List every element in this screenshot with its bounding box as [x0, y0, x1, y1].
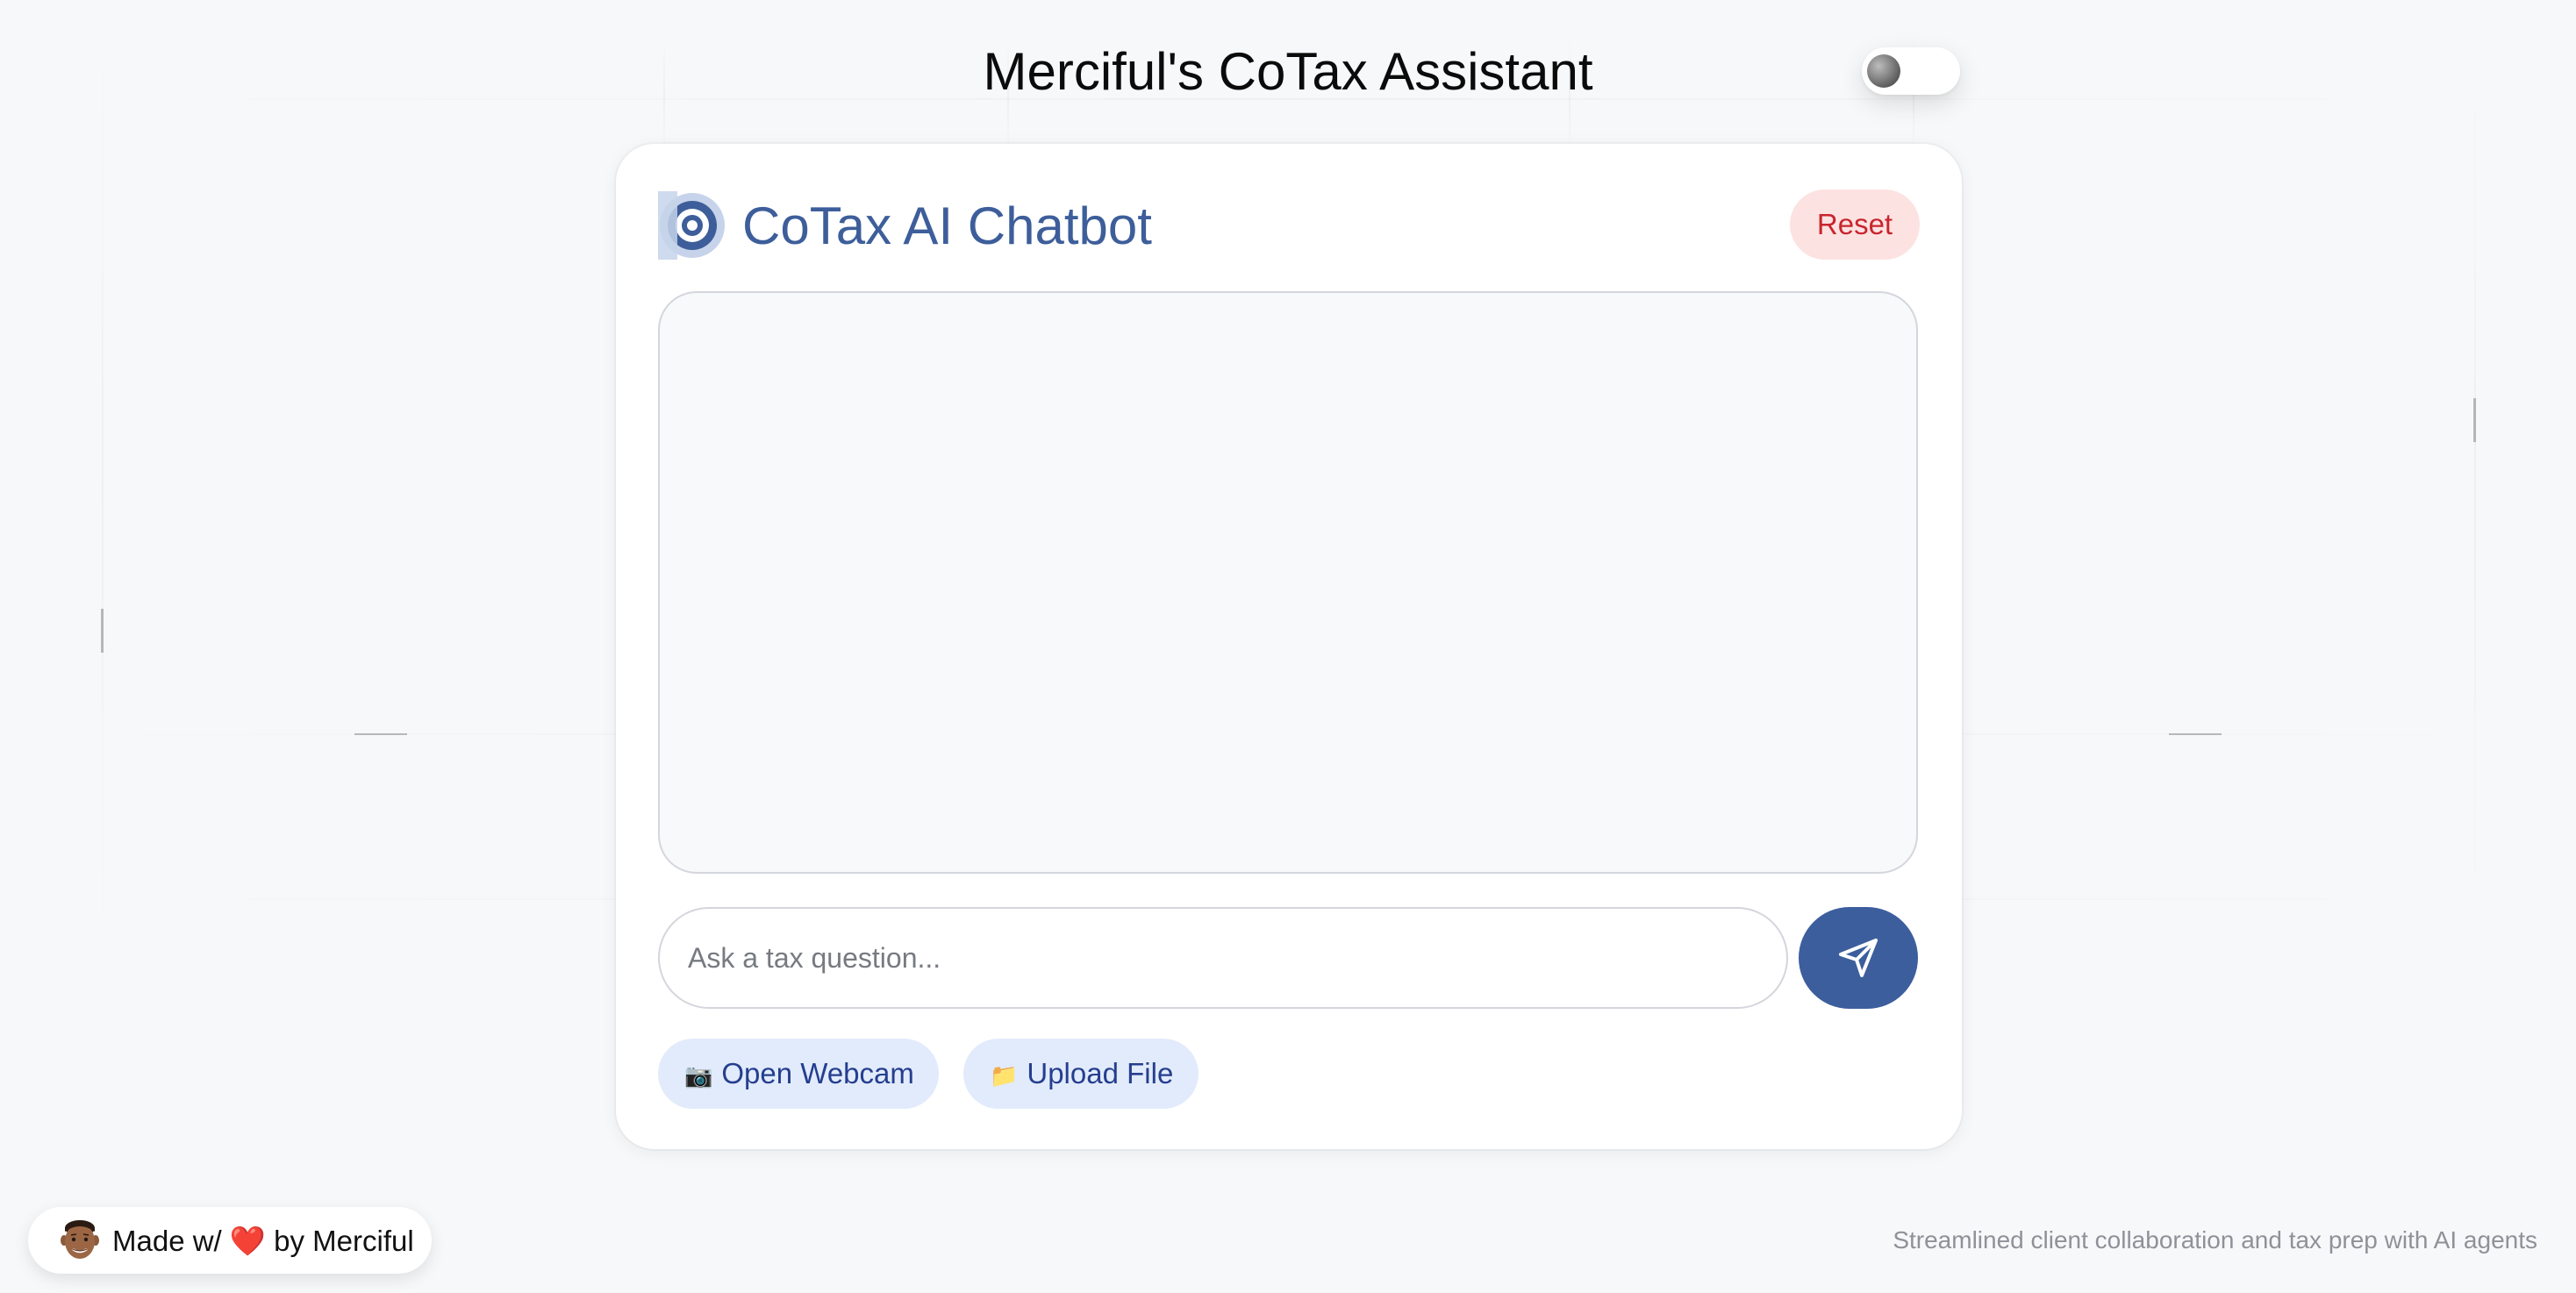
chatbot-title: CoTax AI Chatbot — [742, 196, 1152, 255]
footer-tagline: Streamlined client collaboration and tax… — [1893, 1226, 2537, 1254]
send-button[interactable] — [1799, 907, 1918, 1009]
open-webcam-button[interactable]: 📷 Open Webcam — [658, 1039, 939, 1109]
page-title: Merciful's CoTax Assistant — [983, 42, 1593, 101]
avatar — [61, 1220, 99, 1259]
made-by-suffix: by Merciful — [274, 1225, 414, 1257]
chatbot-header: CoTax AI Chatbot Reset — [658, 189, 1920, 265]
chat-input-row — [658, 907, 1918, 1009]
paper-plane-icon — [1839, 939, 1878, 977]
made-by-text: Made w/ ❤️ by Merciful — [112, 1225, 414, 1258]
upload-file-button[interactable]: 📁 Upload File — [963, 1039, 1199, 1109]
theme-toggle[interactable] — [1862, 47, 1960, 95]
made-by-badge[interactable]: Made w/ ❤️ by Merciful — [28, 1207, 432, 1274]
chatbot-card: CoTax AI Chatbot Reset 📷 Open Webcam 📁 Upl… — [616, 144, 1962, 1149]
chat-messages-area[interactable] — [658, 291, 1918, 874]
page: Merciful's CoTax Assistant CoTax AI Chat… — [0, 0, 2576, 1293]
camera-icon: 📷 — [684, 1063, 713, 1089]
cotax-logo-icon — [658, 191, 725, 260]
upload-file-label: Upload File — [1027, 1057, 1174, 1089]
toggle-knob — [1867, 54, 1900, 88]
chat-input[interactable] — [658, 907, 1788, 1009]
folder-icon: 📁 — [990, 1063, 1019, 1089]
made-by-prefix: Made w/ — [112, 1225, 222, 1257]
reset-button[interactable]: Reset — [1790, 189, 1920, 260]
heart-icon: ❤️ — [229, 1224, 266, 1258]
open-webcam-label: Open Webcam — [721, 1057, 914, 1089]
